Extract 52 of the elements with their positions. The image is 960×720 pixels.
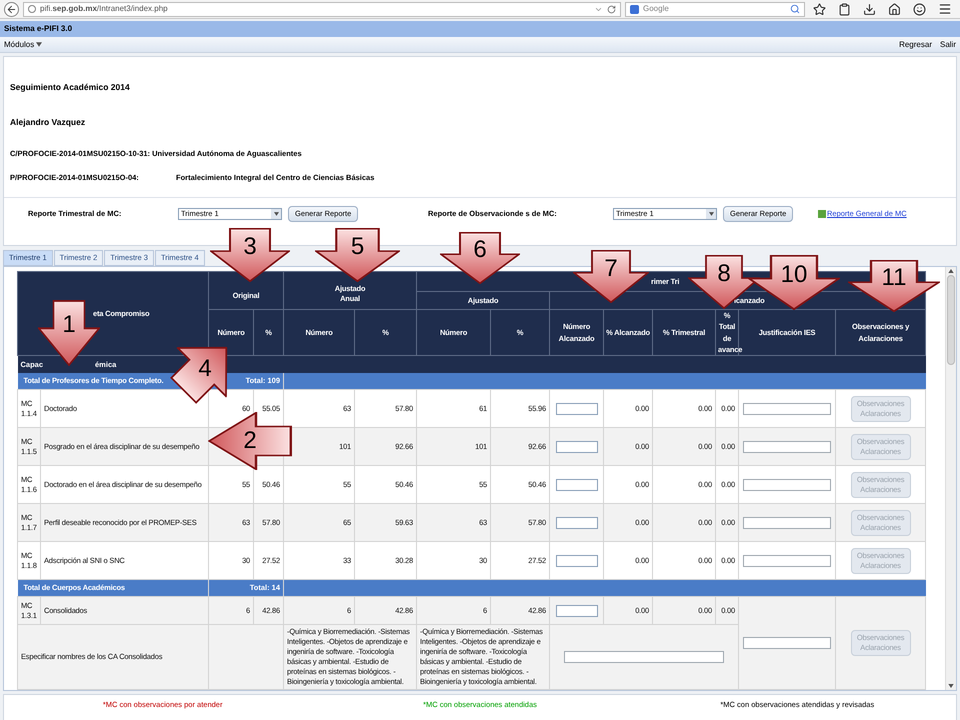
download-icon[interactable] [863, 2, 876, 16]
scrollbar-thumb[interactable] [947, 275, 955, 365]
justification-field[interactable] [743, 440, 832, 452]
smiley-icon[interactable] [913, 2, 926, 16]
justification-field[interactable] [564, 651, 724, 663]
scroll-up-icon[interactable] [948, 269, 954, 273]
callout-number: 3 [243, 235, 257, 259]
callout-number: 4 [198, 357, 212, 381]
menu-icon[interactable] [938, 2, 952, 16]
number-input[interactable] [556, 604, 598, 616]
justification-field[interactable] [743, 637, 832, 649]
scroll-down-icon[interactable] [948, 684, 954, 688]
callout-number: 7 [604, 256, 618, 280]
search-input[interactable]: Google [643, 3, 786, 15]
number-input[interactable] [556, 554, 598, 566]
scrollbar[interactable] [945, 267, 956, 690]
callout-number: 2 [243, 429, 257, 453]
dropdown-icon[interactable] [708, 212, 714, 216]
callout-number: 11 [882, 266, 906, 290]
app-title: Sistema e-PIFI 3.0 [4, 23, 72, 35]
search-icon[interactable] [790, 4, 800, 14]
number-input[interactable] [556, 478, 598, 490]
dropdown-icon[interactable] [274, 212, 278, 216]
star-icon[interactable] [813, 2, 826, 16]
excel-icon [818, 210, 826, 218]
search-field[interactable]: Google [625, 2, 805, 16]
user-name: Alejandro Vazquez [10, 116, 86, 128]
search-engine-icon[interactable] [630, 4, 639, 14]
callout-number: 5 [350, 235, 364, 259]
clipboard-icon[interactable] [838, 2, 851, 16]
callout-number: 10 [780, 262, 808, 286]
address-field[interactable]: pifi.sep.gob.mx/Intranet3/index.php [23, 2, 621, 16]
justification-field[interactable] [743, 516, 832, 528]
justification-field[interactable] [743, 478, 832, 490]
number-input[interactable] [556, 440, 598, 452]
reload-icon[interactable] [607, 4, 616, 14]
number-input[interactable] [556, 516, 598, 528]
menu-link[interactable]: Regresar [899, 38, 932, 50]
site-icon [28, 5, 36, 13]
callout-number: 6 [473, 238, 487, 262]
justification-field[interactable] [743, 554, 832, 566]
url-text: pifi.sep.gob.mx/Intranet3/index.php [40, 3, 168, 15]
caret-icon[interactable] [36, 42, 42, 47]
back-icon[interactable] [4, 2, 19, 16]
callout-number: 8 [717, 262, 731, 286]
home-icon[interactable] [888, 2, 901, 16]
number-input[interactable] [556, 402, 598, 414]
modules-menu[interactable]: Módulos [4, 38, 34, 50]
page-title: Seguimiento Académico 2014 [10, 81, 131, 94]
menu-link[interactable]: Salir [940, 38, 956, 50]
justification-field[interactable] [743, 402, 832, 414]
callout-number: 1 [62, 313, 76, 337]
